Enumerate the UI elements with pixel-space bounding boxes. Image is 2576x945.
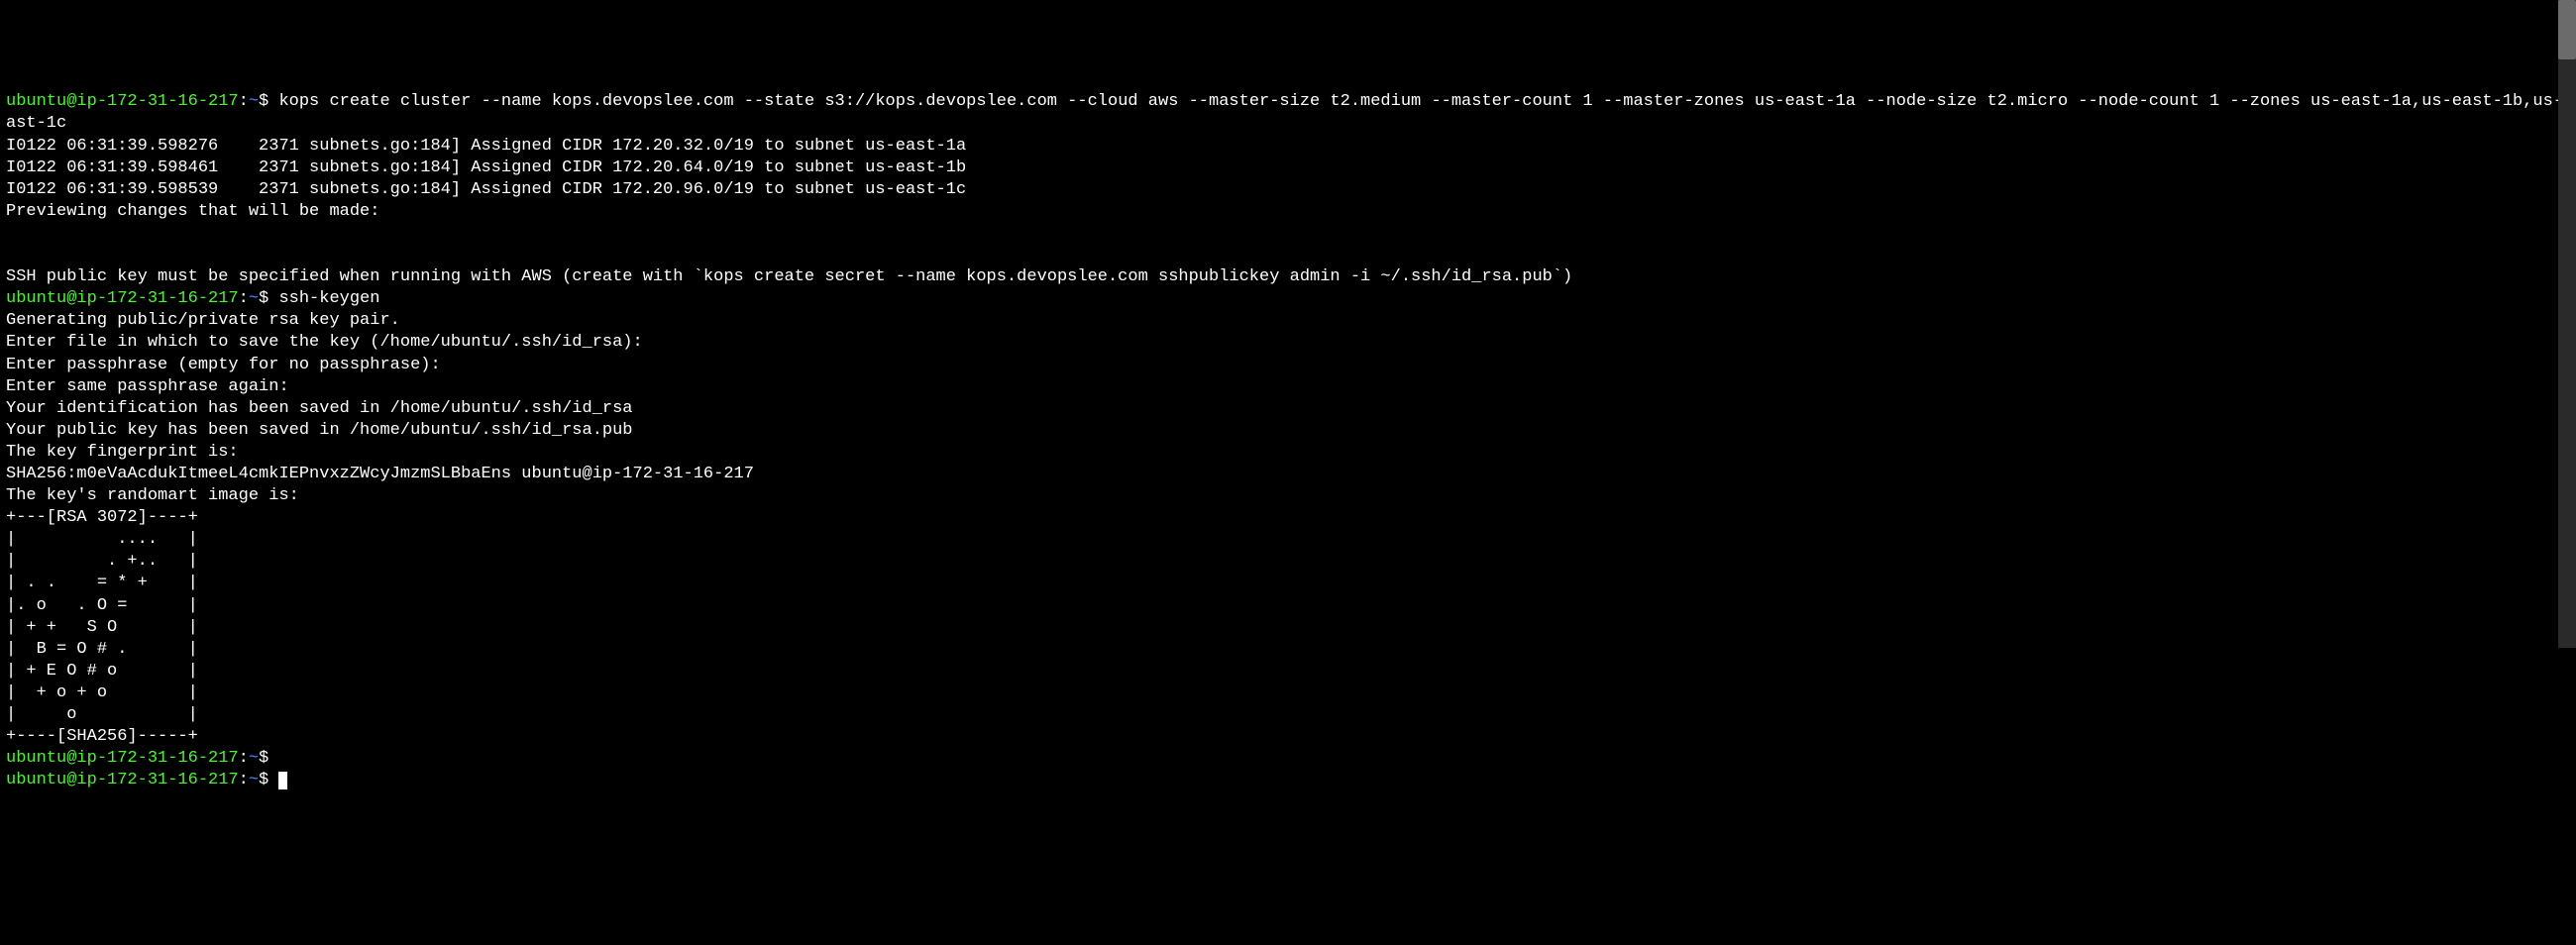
prompt-line-2[interactable]: ubuntu@ip-172-31-16-217:~$ ssh-keygen [6, 288, 2570, 310]
blank-line [6, 223, 2570, 245]
prompt-path: ~ [249, 92, 259, 111]
randomart-line: | . . = * + | [6, 573, 2570, 594]
blank-line [6, 245, 2570, 266]
prompt-user: ubuntu@ip-172-31-16-217 [6, 771, 239, 789]
keygen-line: Enter file in which to save the key (/ho… [6, 332, 2570, 354]
prompt-path: ~ [249, 749, 259, 768]
keygen-line: Your public key has been saved in /home/… [6, 420, 2570, 442]
log-line: I0122 06:31:39.598276 2371 subnets.go:18… [6, 136, 2570, 158]
prompt-line-4[interactable]: ubuntu@ip-172-31-16-217:~$ [6, 770, 2570, 791]
scrollbar-thumb[interactable] [2558, 0, 2576, 59]
randomart-line: | + + S O | [6, 617, 2570, 639]
prompt-user: ubuntu@ip-172-31-16-217 [6, 749, 239, 768]
keygen-line: Generating public/private rsa key pair. [6, 310, 2570, 332]
keygen-line: The key fingerprint is: [6, 442, 2570, 464]
randomart-line: | .... | [6, 529, 2570, 551]
prompt-sep: : [239, 749, 249, 768]
command-text: kops create cluster --name kops.devopsle… [278, 92, 2573, 111]
keygen-line: The key's randomart image is: [6, 485, 2570, 507]
keygen-line: Enter passphrase (empty for no passphras… [6, 355, 2570, 376]
cursor [278, 772, 287, 789]
keygen-line: Your identification has been saved in /h… [6, 398, 2570, 420]
prompt-line-1[interactable]: ubuntu@ip-172-31-16-217:~$ kops create c… [6, 91, 2570, 113]
prompt-path: ~ [249, 289, 259, 308]
randomart-line: +----[SHA256]-----+ [6, 726, 2570, 748]
prompt-dollar: $ [259, 289, 278, 308]
prompt-dollar: $ [259, 771, 278, 789]
log-line: I0122 06:31:39.598539 2371 subnets.go:18… [6, 179, 2570, 201]
prompt-sep: : [239, 92, 249, 111]
prompt-dollar: $ [259, 749, 278, 768]
randomart-line: +---[RSA 3072]----+ [6, 507, 2570, 529]
command-wrap: ast-1c [6, 113, 2570, 135]
prompt-dollar: $ [259, 92, 278, 111]
prompt-line-3[interactable]: ubuntu@ip-172-31-16-217:~$ [6, 748, 2570, 770]
ssh-message: SSH public key must be specified when ru… [6, 266, 2570, 288]
prompt-user: ubuntu@ip-172-31-16-217 [6, 92, 239, 111]
scrollbar-track[interactable] [2558, 0, 2576, 648]
keygen-line: SHA256:m0eVaAcdukItmeeL4cmkIEPnvxzZWcyJm… [6, 464, 2570, 485]
command-text: ssh-keygen [278, 289, 379, 308]
randomart-line: | + E O # o | [6, 661, 2570, 682]
randomart-line: |. o . O = | [6, 595, 2570, 617]
log-line: Previewing changes that will be made: [6, 201, 2570, 223]
prompt-sep: : [239, 771, 249, 789]
prompt-sep: : [239, 289, 249, 308]
randomart-line: | + o + o | [6, 682, 2570, 704]
prompt-path: ~ [249, 771, 259, 789]
log-line: I0122 06:31:39.598461 2371 subnets.go:18… [6, 158, 2570, 179]
terminal-output: ubuntu@ip-172-31-16-217:~$ kops create c… [6, 91, 2570, 791]
randomart-line: | o | [6, 704, 2570, 726]
randomart-line: | B = O # . | [6, 639, 2570, 661]
keygen-line: Enter same passphrase again: [6, 376, 2570, 398]
prompt-user: ubuntu@ip-172-31-16-217 [6, 289, 239, 308]
randomart-line: | . +.. | [6, 551, 2570, 573]
